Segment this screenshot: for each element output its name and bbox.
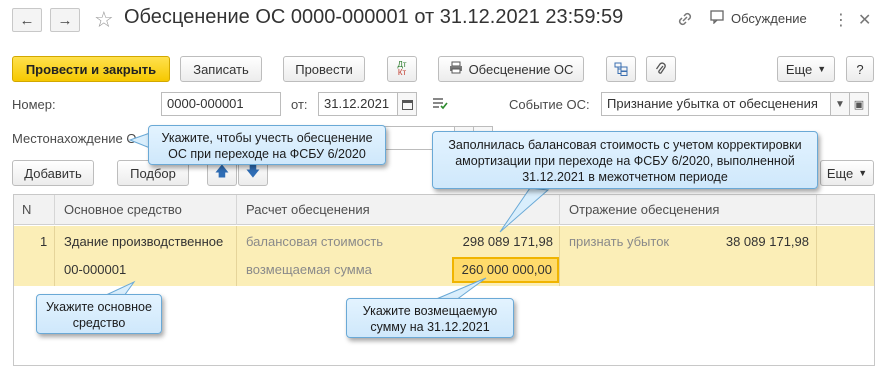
callout-recoverable: Укажите возмещаемую сумму на 31.12.2021 <box>346 298 514 338</box>
callout-balance: Заполнилась балансовая стоимость с учето… <box>432 131 818 189</box>
callout-asset: Укажите основное средство <box>36 294 162 334</box>
callout-fsbu: Укажите, чтобы учесть обесценение ОС при… <box>148 125 386 165</box>
